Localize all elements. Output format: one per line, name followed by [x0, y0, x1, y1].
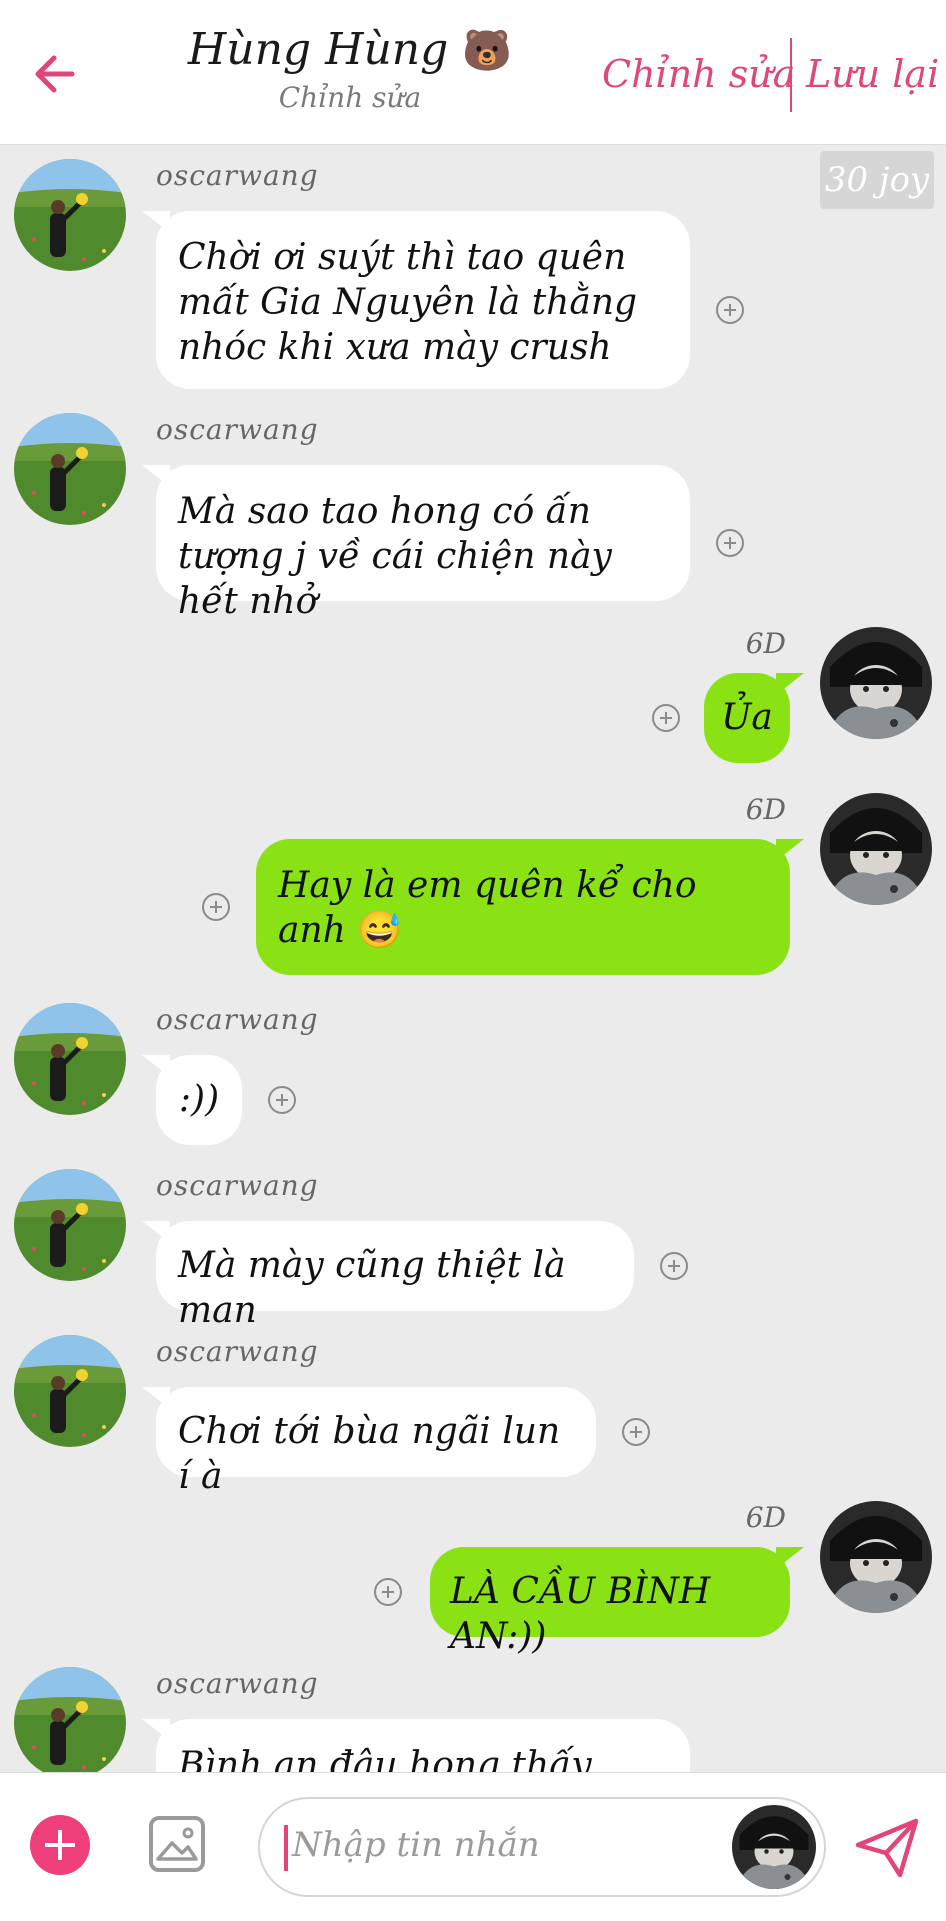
sender-name: oscarwang: [156, 413, 319, 446]
sender-avatar[interactable]: [14, 159, 126, 271]
message-meta: 6D: [745, 1501, 786, 1534]
message-composer: Nhập tin nhắn: [0, 1772, 946, 1921]
conversation-title: Hùng Hùng 🐻: [180, 22, 520, 79]
message-input-placeholder: Nhập tin nhắn: [292, 1825, 540, 1865]
sender-avatar[interactable]: [14, 1003, 126, 1115]
sender-avatar[interactable]: [14, 1169, 126, 1281]
reaction-add-icon[interactable]: [716, 296, 744, 324]
sweat-smile-emoji: 😅: [357, 910, 403, 951]
my-avatar[interactable]: [820, 1501, 932, 1613]
sender-name: oscarwang: [156, 1169, 319, 1202]
reaction-add-icon[interactable]: [716, 529, 744, 557]
message-bubble[interactable]: Mà sao tao hong có ấn tượng j về cái chi…: [142, 465, 690, 622]
sender-name: oscarwang: [156, 1003, 319, 1036]
message-bubble[interactable]: Mà mày cũng thiệt là man: [142, 1221, 634, 1331]
edit-button[interactable]: Chỉnh sửa: [602, 52, 795, 96]
chat-thread[interactable]: 30 joy oscarwang Chời ơi suýt thì tao qu…: [0, 145, 946, 1772]
message-meta: 6D: [745, 627, 786, 660]
message-bubble[interactable]: LÀ CẦU BÌNH AN:)): [430, 1547, 804, 1657]
plus-circle-icon[interactable]: [30, 1815, 90, 1875]
reaction-add-icon[interactable]: [660, 1252, 688, 1280]
message-bubble[interactable]: Ủa: [704, 673, 804, 763]
sender-name: oscarwang: [156, 1667, 319, 1700]
message-bubble[interactable]: Chơi tới bùa ngãi lun í à: [142, 1387, 596, 1497]
my-avatar[interactable]: [820, 793, 932, 905]
back-arrow-icon[interactable]: [28, 44, 88, 104]
sender-name: oscarwang: [156, 159, 319, 192]
reaction-add-icon[interactable]: [202, 893, 230, 921]
sender-name: oscarwang: [156, 1335, 319, 1368]
message-meta: 6D: [745, 793, 786, 826]
sender-avatar[interactable]: [14, 413, 126, 525]
save-button[interactable]: Lưu lại: [806, 52, 939, 96]
conversation-subtitle: Chỉnh sửa: [278, 81, 422, 114]
chat-header: Hùng Hùng 🐻 Chỉnh sửa Chỉnh sửa Lưu lại: [0, 0, 946, 145]
sender-avatar[interactable]: [14, 1667, 126, 1772]
image-icon[interactable]: [148, 1815, 206, 1873]
bear-emoji: 🐻: [462, 28, 513, 74]
message-bubble[interactable]: :)): [142, 1055, 242, 1145]
header-divider: [790, 38, 792, 112]
reaction-add-icon[interactable]: [652, 704, 680, 732]
message-bubble[interactable]: Bình an đâu hong thấy chứ: [142, 1719, 690, 1772]
reaction-add-icon[interactable]: [374, 1578, 402, 1606]
reaction-add-icon[interactable]: [268, 1086, 296, 1114]
message-bubble[interactable]: Chời ơi suýt thì tao quên mất Gia Nguyên…: [142, 211, 690, 389]
character-avatar[interactable]: [732, 1805, 816, 1889]
message-input[interactable]: Nhập tin nhắn: [258, 1797, 826, 1897]
reaction-add-icon[interactable]: [622, 1418, 650, 1446]
text-caret: [284, 1825, 288, 1871]
title-text: Hùng Hùng: [187, 24, 449, 75]
paper-plane-icon[interactable]: [852, 1813, 922, 1883]
message-bubble[interactable]: Hay là em quên kể cho anh 😅: [256, 839, 804, 975]
my-avatar[interactable]: [820, 627, 932, 739]
sender-avatar[interactable]: [14, 1335, 126, 1447]
conversation-title-block[interactable]: Hùng Hùng 🐻 Chỉnh sửa: [180, 22, 520, 114]
message-text: Hay là em quên kể cho anh: [278, 865, 697, 951]
joy-badge: 30 joy: [820, 151, 934, 209]
